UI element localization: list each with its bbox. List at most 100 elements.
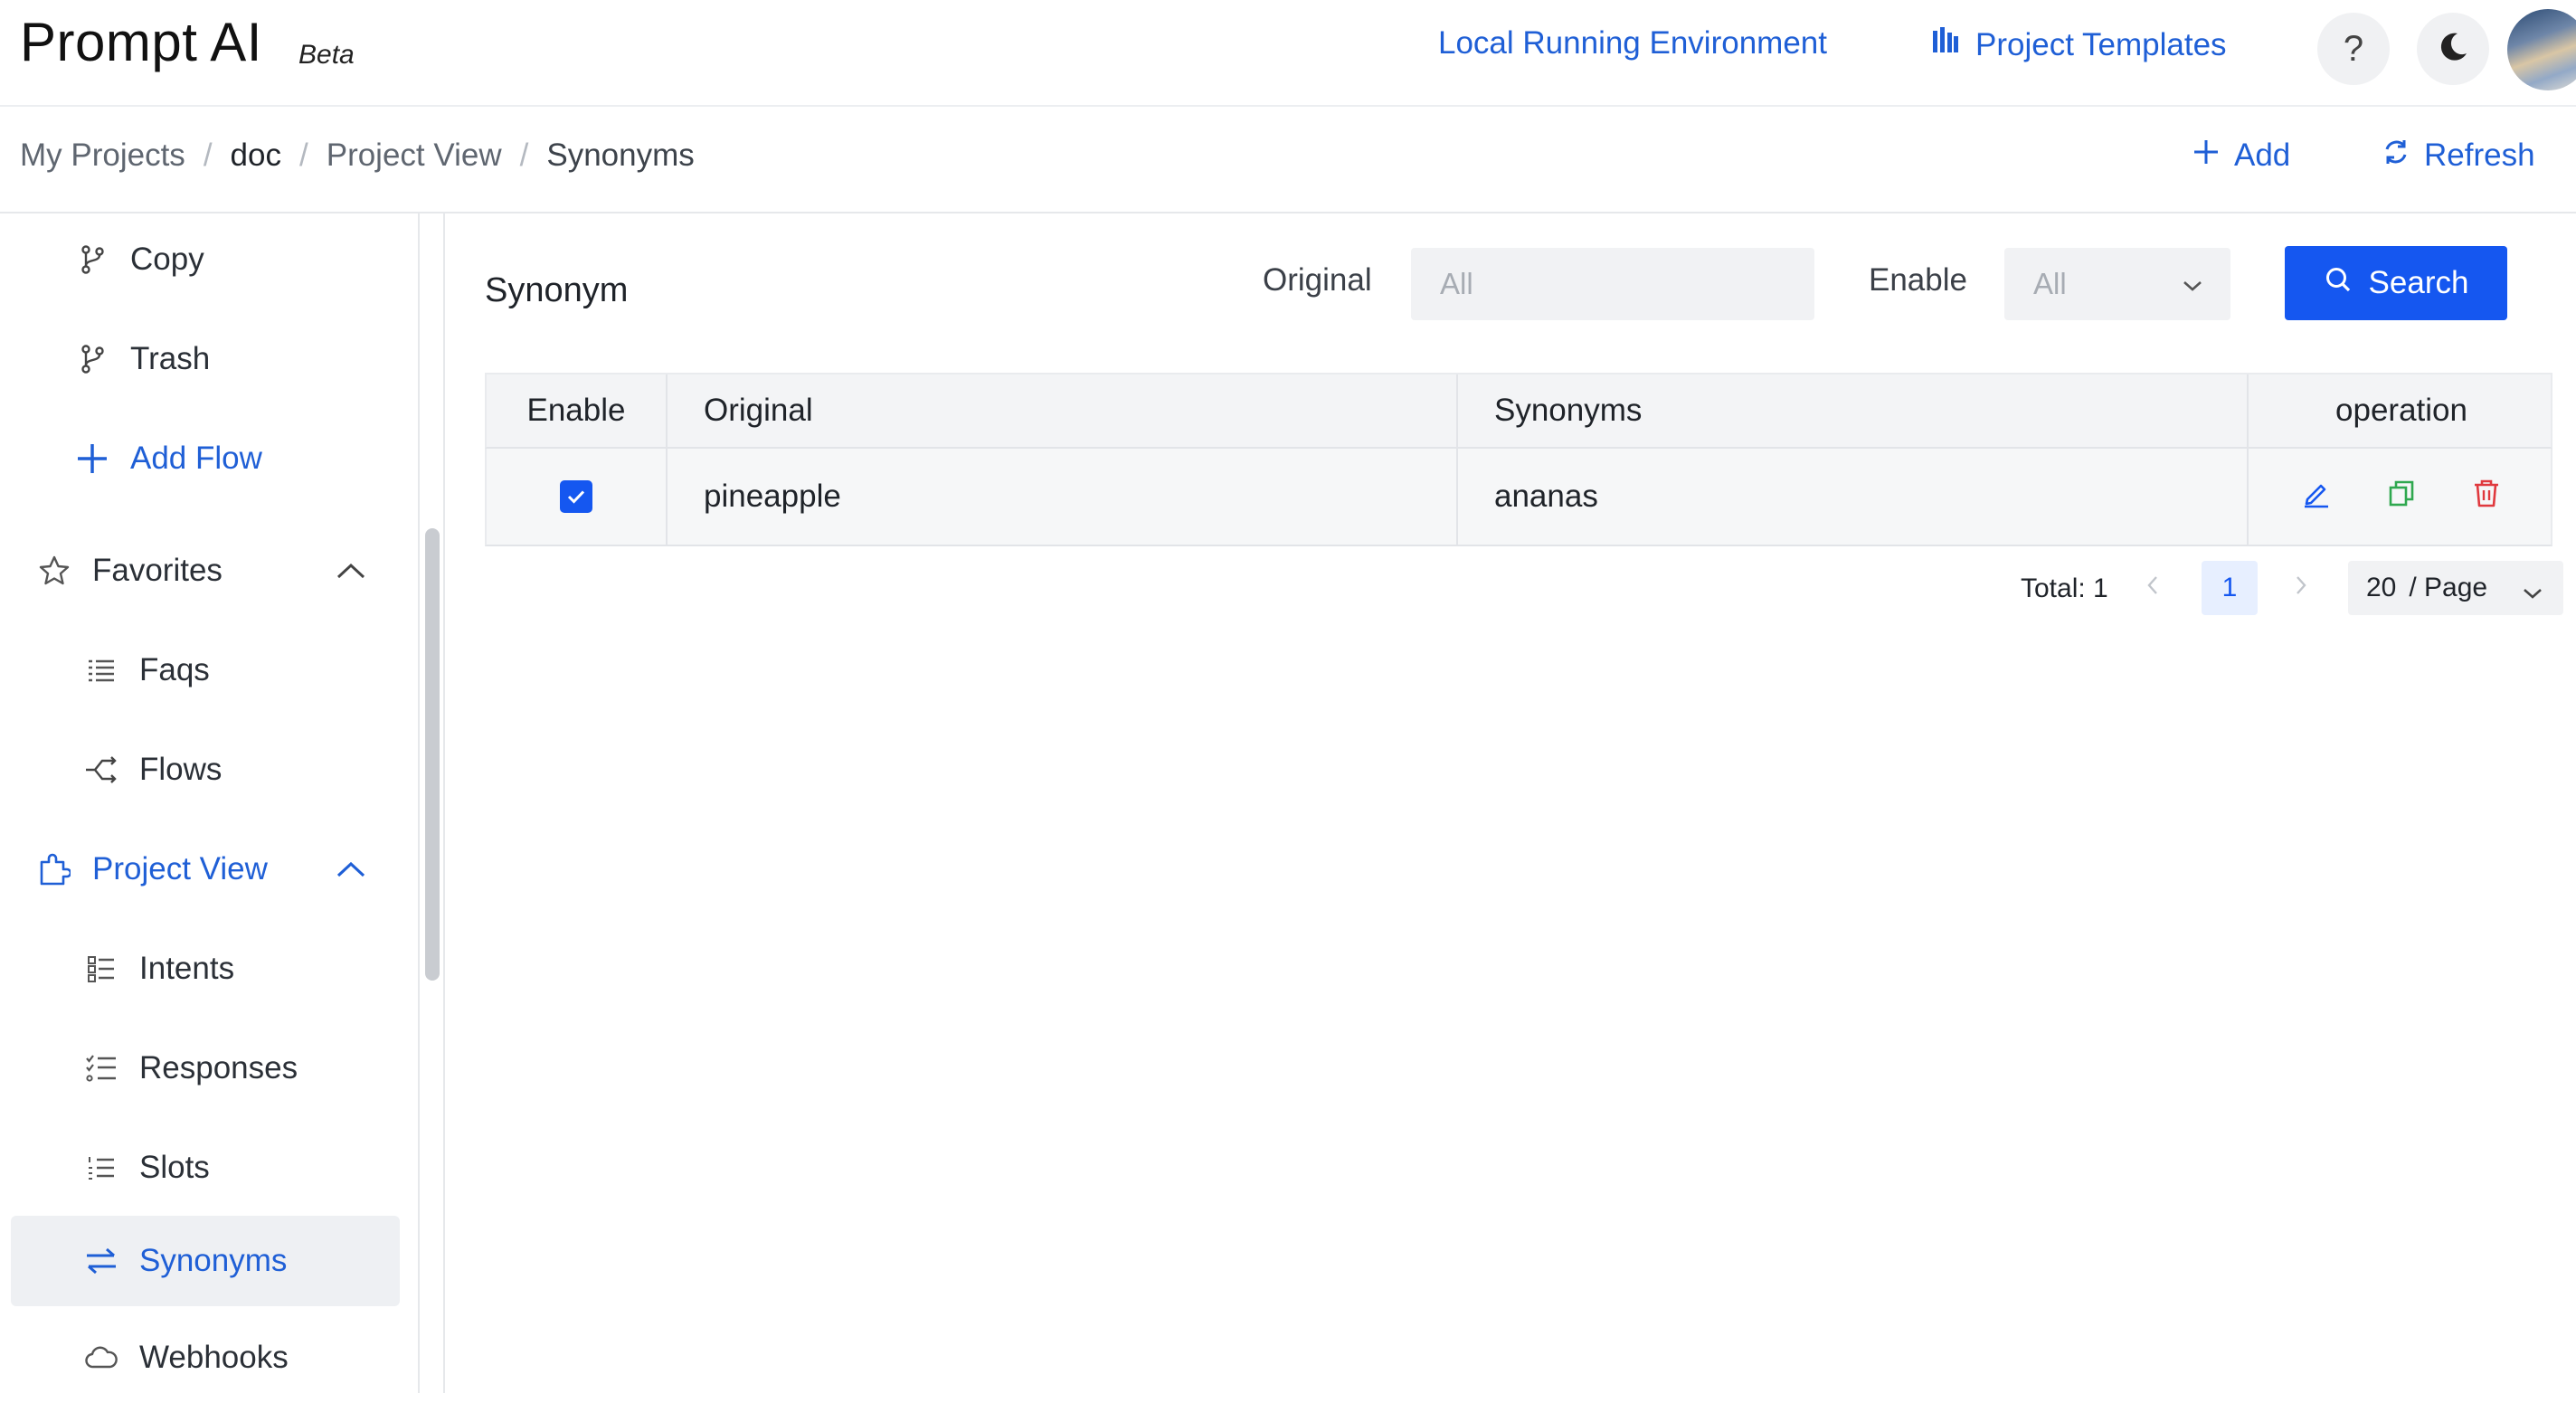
sidebar-item-webhooks[interactable]: Webhooks	[83, 1313, 289, 1403]
sidebar-item-label: Flows	[139, 752, 223, 787]
local-environment-link[interactable]: Local Running Environment	[1438, 25, 1827, 62]
moon-icon	[2436, 30, 2470, 69]
breadcrumb-project-view[interactable]: Project View	[327, 137, 502, 174]
search-label: Search	[2368, 265, 2469, 300]
sidebar-item-copy[interactable]: Copy	[74, 214, 204, 305]
intent-list-icon	[83, 951, 119, 987]
breadcrumb-separator: /	[203, 137, 213, 173]
enable-filter-select[interactable]: All	[2004, 248, 2230, 320]
synonyms-cell: ananas	[1458, 449, 2249, 545]
faq-list-icon	[83, 652, 119, 688]
sidebar-item-label: Add Flow	[130, 441, 262, 476]
sidebar-item-trash[interactable]: Trash	[74, 314, 210, 404]
breadcrumb-bar: My Projects / doc / Project View / Synon…	[0, 107, 2576, 213]
synonym-panel: Synonym Original All Enable All Search E…	[443, 213, 2576, 1393]
sidebar-item-label: Copy	[130, 242, 204, 277]
refresh-label: Refresh	[2424, 137, 2535, 173]
checklist-icon	[83, 1050, 119, 1086]
swap-arrows-icon	[83, 1243, 119, 1279]
numbered-list-icon	[83, 1150, 119, 1186]
column-header-operation: operation	[2335, 393, 2467, 428]
sidebar-item-favorites[interactable]: Favorites	[36, 526, 223, 616]
breadcrumb-doc[interactable]: doc	[231, 137, 281, 174]
search-button[interactable]: Search	[2285, 246, 2507, 320]
app-logo[interactable]: Prompt AI	[20, 11, 262, 73]
project-templates-link[interactable]: Project Templates	[1930, 25, 2227, 64]
search-icon	[2324, 265, 2353, 302]
plus-icon	[74, 441, 110, 477]
enable-cell	[487, 449, 668, 545]
original-filter-placeholder: All	[1440, 267, 1473, 300]
chevron-down-icon	[2522, 577, 2543, 608]
sidebar-item-label: Webhooks	[139, 1340, 289, 1375]
page-number-current[interactable]: 1	[2202, 561, 2258, 615]
theme-toggle-button[interactable]	[2417, 13, 2489, 85]
sidebar-item-label: Synonyms	[139, 1243, 288, 1278]
sidebar-item-label: Intents	[139, 951, 235, 986]
project-templates-label: Project Templates	[1975, 26, 2227, 62]
page-title: Synonym	[485, 271, 629, 309]
breadcrumb-separator: /	[298, 137, 308, 173]
star-icon	[36, 553, 72, 589]
sidebar-item-label: Faqs	[139, 652, 210, 687]
original-filter-input[interactable]: All	[1411, 248, 1814, 320]
flow-icon	[83, 752, 119, 788]
sidebar-item-label: Project View	[92, 851, 268, 886]
previous-page-chevron-left-icon[interactable]	[2145, 574, 2160, 604]
breadcrumb-separator: /	[519, 137, 529, 173]
sidebar-item-label: Favorites	[92, 553, 223, 588]
column-header-enable: Enable	[487, 374, 668, 447]
puzzle-icon	[36, 851, 72, 887]
refresh-icon	[2382, 137, 2410, 174]
refresh-button[interactable]: Refresh	[2382, 137, 2535, 174]
top-header: Prompt AI Beta Local Running Environment…	[0, 0, 2576, 107]
edit-icon[interactable]	[2301, 478, 2332, 517]
synonyms-table: Enable Original Synonyms operation pinea…	[485, 373, 2552, 546]
original-cell: pineapple	[668, 449, 1458, 545]
sidebar-item-responses[interactable]: Responses	[83, 1023, 298, 1114]
pagination: Total: 1 1 20 / Page	[445, 561, 2563, 615]
enable-filter-value: All	[2033, 267, 2067, 300]
sidebar-scrollbar-thumb[interactable]	[425, 528, 440, 981]
column-header-original: Original	[668, 374, 1458, 447]
operation-cell	[2249, 449, 2554, 545]
plus-icon	[2192, 137, 2220, 174]
help-button[interactable]: ?	[2317, 13, 2390, 85]
collapse-project-view-chevron-up-icon[interactable]	[333, 851, 369, 887]
enable-filter-label: Enable	[1869, 262, 1967, 298]
sidebar-item-project-view[interactable]: Project View	[36, 824, 268, 915]
sidebar-item-slots[interactable]: Slots	[83, 1123, 210, 1213]
breadcrumb: My Projects / doc / Project View / Synon…	[20, 137, 695, 174]
table-row: pineapple ananas	[485, 449, 2552, 546]
local-environment-label: Local Running Environment	[1438, 25, 1827, 61]
next-page-chevron-right-icon[interactable]	[2294, 574, 2308, 604]
page-size-select[interactable]: 20 / Page	[2348, 561, 2563, 615]
pagination-total: Total: 1	[2021, 574, 2108, 603]
beta-badge: Beta	[298, 40, 355, 70]
collapse-favorites-chevron-up-icon[interactable]	[333, 553, 369, 589]
sidebar-item-add-flow[interactable]: Add Flow	[74, 413, 262, 504]
add-button[interactable]: Add	[2192, 137, 2290, 174]
sidebar-item-label: Slots	[139, 1150, 210, 1185]
sidebar-item-synonyms[interactable]: Synonyms	[83, 1216, 287, 1306]
page-size-suffix: / Page	[2409, 573, 2488, 602]
delete-icon[interactable]	[2471, 478, 2502, 517]
chevron-down-icon	[2182, 266, 2203, 300]
table-header: Enable Original Synonyms operation	[485, 373, 2552, 449]
sidebar: Copy Trash Add Flow Favorites Faqs Flows…	[0, 213, 420, 1393]
sidebar-item-intents[interactable]: Intents	[83, 924, 234, 1014]
column-header-synonyms: Synonyms	[1458, 374, 2249, 447]
bar-library-icon	[1930, 25, 1961, 64]
copy-icon[interactable]	[2386, 478, 2417, 517]
add-label: Add	[2234, 137, 2291, 173]
sidebar-item-label: Responses	[139, 1050, 298, 1085]
user-avatar[interactable]	[2507, 9, 2576, 90]
breadcrumb-synonyms: Synonyms	[546, 137, 695, 173]
question-icon: ?	[2343, 28, 2364, 69]
branch-icon	[74, 242, 110, 278]
branch-icon	[74, 341, 110, 377]
breadcrumb-my-projects[interactable]: My Projects	[20, 137, 185, 174]
sidebar-item-flows[interactable]: Flows	[83, 725, 222, 815]
enable-checkbox[interactable]	[560, 480, 592, 513]
sidebar-item-faqs[interactable]: Faqs	[83, 625, 210, 716]
